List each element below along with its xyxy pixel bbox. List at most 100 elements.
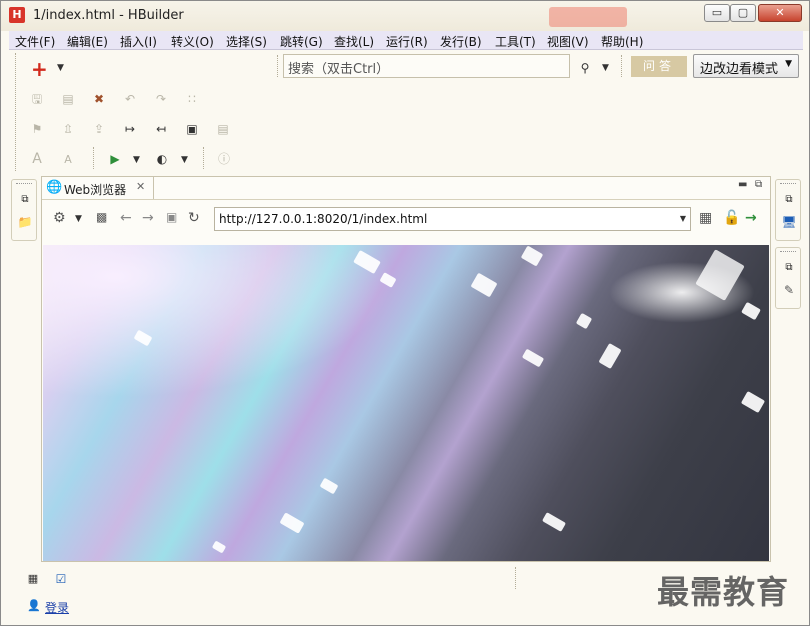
hbuilder-logo-icon: H — [9, 7, 25, 23]
back-arrow-icon[interactable]: ← — [120, 210, 132, 226]
light-sparkle — [598, 342, 622, 370]
close-file-icon[interactable]: ✖ — [91, 91, 107, 107]
chevron-down-icon: ▼ — [785, 59, 792, 69]
preview-mode-label: 边改边看模式 — [700, 62, 779, 77]
light-sparkle — [133, 329, 153, 347]
light-sparkle — [521, 348, 545, 368]
outdent-icon[interactable]: ↤ — [153, 121, 169, 137]
monitor-icon[interactable]: 🖥 — [781, 214, 797, 230]
menu-tools[interactable]: 工具(T) — [495, 33, 536, 50]
restore-panel-icon-right[interactable]: ⧉ — [781, 192, 797, 208]
globe-icon: 🌐 — [46, 180, 63, 195]
login-link[interactable]: 登录 — [45, 599, 69, 616]
new-file-button[interactable]: + — [31, 57, 48, 81]
project-manager-icon[interactable]: 📁 — [17, 214, 33, 230]
search-input[interactable]: 搜索（双击Ctrl） — [283, 54, 570, 78]
go-arrow-icon[interactable]: → — [745, 210, 757, 226]
prev-bookmark-icon[interactable]: ⇫ — [60, 121, 76, 137]
maximize-button[interactable]: ▢ — [730, 4, 756, 22]
run-dropdown-icon[interactable]: ▼ — [133, 155, 140, 165]
panel-minimize-icon[interactable]: ▬ — [738, 179, 747, 190]
panel-grip-right — [780, 183, 796, 184]
new-file-dropdown-icon[interactable]: ▼ — [57, 63, 64, 73]
menu-find[interactable]: 查找(L) — [334, 33, 374, 50]
panel-grip-right-2 — [780, 251, 796, 252]
search-dropdown-icon[interactable]: ▼ — [602, 63, 609, 73]
menu-help[interactable]: 帮助(H) — [601, 33, 643, 50]
lock-icon[interactable]: 🔓 — [723, 210, 740, 226]
settings-dropdown-icon[interactable]: ▼ — [75, 214, 82, 224]
save-icon[interactable]: 🖫 — [29, 91, 45, 107]
toolbar-grip — [15, 53, 16, 171]
tab-web-browser[interactable]: 🌐 Web浏览器 ✕ — [42, 177, 154, 199]
menu-view[interactable]: 视图(V) — [547, 33, 589, 50]
panel-header-divider — [42, 199, 770, 200]
font-increase-icon[interactable]: A — [29, 151, 45, 167]
console-icon[interactable]: ▩ — [96, 210, 107, 224]
menu-select[interactable]: 选择(S) — [226, 33, 267, 50]
light-sparkle — [379, 272, 397, 288]
url-dropdown-icon[interactable]: ▼ — [680, 214, 686, 223]
light-sparkle — [541, 512, 567, 532]
light-sparkle — [741, 301, 761, 321]
bottom-separator — [515, 567, 516, 589]
refresh-icon[interactable]: ↻ — [188, 210, 200, 226]
left-side-panel: ⧉ 📁 — [11, 179, 37, 241]
light-sparkle — [740, 390, 766, 414]
indent-icon[interactable]: ↦ — [122, 121, 138, 137]
browser-icon[interactable]: ◐ — [154, 151, 170, 167]
menu-file[interactable]: 文件(F) — [15, 33, 55, 50]
light-sparkle — [279, 512, 305, 534]
app-window: H 1/index.html - HBuilder ▭ ▢ ✕ 文件(F) 编辑… — [0, 0, 810, 626]
toolbar-separator — [277, 55, 278, 77]
forward-arrow-icon[interactable]: → — [142, 210, 154, 226]
minimize-button[interactable]: ▭ — [704, 4, 730, 22]
browser-dropdown-icon[interactable]: ▼ — [181, 155, 188, 165]
light-sparkle — [211, 540, 227, 554]
save-all-icon[interactable]: ▤ — [60, 91, 76, 107]
settings-gear-icon[interactable]: ⚙ — [53, 210, 66, 226]
menu-escape[interactable]: 转义(O) — [171, 33, 214, 50]
notes-edit-icon[interactable]: ✎ — [781, 282, 797, 298]
next-bookmark-icon[interactable]: ⇪ — [91, 121, 107, 137]
url-text: http://127.0.0.1:8020/1/index.html — [219, 212, 428, 226]
bookmark-icon[interactable]: ⚑ — [29, 121, 45, 137]
run-icon[interactable]: ▶ — [107, 151, 123, 167]
tab-label: Web浏览器 — [64, 183, 127, 197]
toolbar-separator-3 — [93, 147, 94, 169]
title-bar-badge — [549, 7, 627, 27]
page-preview-image — [43, 245, 769, 561]
qr-code-icon[interactable]: ▦ — [699, 210, 712, 226]
menu-edit[interactable]: 编辑(E) — [67, 33, 108, 50]
panel-restore-icon[interactable]: ⧉ — [755, 179, 762, 190]
web-browser-panel: 🌐 Web浏览器 ✕ ▬ ⧉ ⚙ ▼ ▩ ← → ▣ ↻ http://127.… — [41, 176, 771, 562]
stop-icon[interactable]: ▣ — [166, 210, 177, 224]
search-icon[interactable]: ⚲ — [577, 60, 593, 76]
menu-bar: 文件(F) 编辑(E) 插入(I) 转义(O) 选择(S) 跳转(G) 查找(L… — [9, 31, 803, 50]
menu-insert[interactable]: 插入(I) — [120, 33, 157, 50]
new-project-icon[interactable]: ▦ — [25, 571, 41, 587]
light-sparkle — [520, 245, 544, 267]
menu-publish[interactable]: 发行(B) — [440, 33, 482, 50]
light-sparkle — [470, 272, 498, 298]
window-title: 1/index.html - HBuilder — [33, 8, 184, 23]
light-sparkle — [319, 477, 339, 495]
checklist-icon[interactable]: ☑ — [53, 571, 69, 587]
preview-mode-select[interactable]: 边改边看模式 ▼ — [693, 54, 799, 78]
qa-button[interactable]: 问答 — [631, 56, 687, 77]
uncomment-icon[interactable]: ▤ — [215, 121, 231, 137]
format-icon[interactable]: ∷ — [184, 91, 200, 107]
redo-icon[interactable]: ↷ — [153, 91, 169, 107]
restore-panel-icon-right-2[interactable]: ⧉ — [781, 260, 797, 276]
restore-panel-icon[interactable]: ⧉ — [17, 192, 33, 208]
close-button[interactable]: ✕ — [758, 4, 802, 22]
menu-run[interactable]: 运行(R) — [386, 33, 428, 50]
comment-icon[interactable]: ▣ — [184, 121, 200, 137]
toolbar-area: + ▼ 搜索（双击Ctrl） ⚲ ▼ 问答 边改边看模式 ▼ 🖫 ▤ ✖ ↶ ↷… — [9, 51, 803, 175]
tab-close-icon[interactable]: ✕ — [136, 180, 145, 193]
menu-goto[interactable]: 跳转(G) — [280, 33, 323, 50]
font-decrease-icon[interactable]: A — [60, 152, 76, 168]
url-input[interactable]: http://127.0.0.1:8020/1/index.html ▼ — [214, 207, 691, 231]
info-icon[interactable]: ⓘ — [216, 151, 232, 167]
undo-icon[interactable]: ↶ — [122, 91, 138, 107]
